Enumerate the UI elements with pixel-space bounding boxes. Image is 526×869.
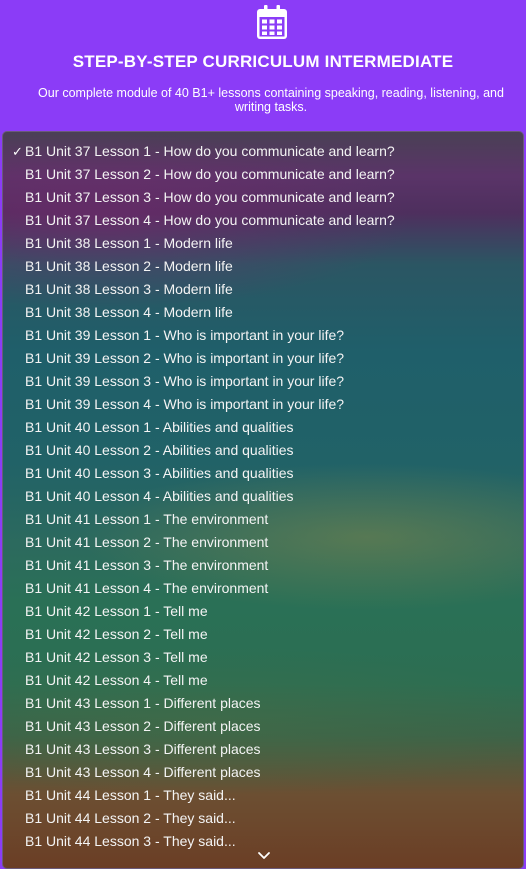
lesson-option-label: B1 Unit 41 Lesson 3 - The environment	[25, 557, 269, 573]
lesson-option[interactable]: B1 Unit 37 Lesson 3 - How do you communi…	[3, 186, 523, 209]
lesson-option-label: B1 Unit 42 Lesson 2 - Tell me	[25, 626, 208, 642]
lesson-option-label: B1 Unit 44 Lesson 3 - They said...	[25, 833, 236, 849]
lesson-option[interactable]: B1 Unit 42 Lesson 2 - Tell me	[3, 623, 523, 646]
lesson-option[interactable]: B1 Unit 40 Lesson 3 - Abilities and qual…	[3, 462, 523, 485]
lesson-option[interactable]: B1 Unit 41 Lesson 3 - The environment	[3, 554, 523, 577]
lesson-option[interactable]: B1 Unit 37 Lesson 2 - How do you communi…	[3, 163, 523, 186]
lesson-option[interactable]: B1 Unit 38 Lesson 4 - Modern life	[3, 301, 523, 324]
lesson-option-label: B1 Unit 40 Lesson 2 - Abilities and qual…	[25, 442, 294, 458]
lesson-option-label: B1 Unit 38 Lesson 3 - Modern life	[25, 281, 233, 297]
lesson-option[interactable]: B1 Unit 40 Lesson 1 - Abilities and qual…	[3, 416, 523, 439]
lesson-option[interactable]: ✓ B1 Unit 37 Lesson 1 - How do you commun…	[3, 140, 523, 163]
page-header: STEP-BY-STEP CURRICULUM INTERMEDIATE Our…	[0, 0, 526, 131]
page-title: STEP-BY-STEP CURRICULUM INTERMEDIATE	[72, 52, 454, 71]
checkmark-icon: ✓	[12, 144, 23, 159]
lesson-option[interactable]: B1 Unit 38 Lesson 1 - Modern life	[3, 232, 523, 255]
lesson-option-label: B1 Unit 37 Lesson 3 - How do you communi…	[25, 189, 395, 205]
lesson-option[interactable]: B1 Unit 38 Lesson 3 - Modern life	[3, 278, 523, 301]
lesson-option-label: B1 Unit 40 Lesson 1 - Abilities and qual…	[25, 419, 294, 435]
lesson-option-label: B1 Unit 43 Lesson 1 - Different places	[25, 695, 261, 711]
lesson-option-label: B1 Unit 39 Lesson 2 - Who is important i…	[25, 350, 345, 366]
lesson-option[interactable]: B1 Unit 43 Lesson 3 - Different places	[3, 738, 523, 761]
page-subtitle: Our complete module of 40 B1+ lessons co…	[38, 86, 504, 114]
lesson-option-list: ✓ B1 Unit 37 Lesson 1 - How do you commun…	[3, 140, 523, 853]
lesson-option-label: B1 Unit 39 Lesson 3 - Who is important i…	[25, 373, 345, 389]
lesson-option[interactable]: B1 Unit 43 Lesson 2 - Different places	[3, 715, 523, 738]
lesson-option-label: B1 Unit 44 Lesson 2 - They said...	[25, 810, 236, 826]
lesson-option-label: B1 Unit 37 Lesson 4 - How do you communi…	[25, 212, 395, 228]
lesson-option-label: B1 Unit 41 Lesson 1 - The environment	[25, 511, 269, 527]
lesson-option-label: B1 Unit 37 Lesson 1 - How do you communi…	[25, 143, 395, 159]
calendar-icon	[257, 5, 287, 39]
lesson-option-label: B1 Unit 41 Lesson 4 - The environment	[25, 580, 269, 596]
lesson-option-label: B1 Unit 42 Lesson 4 - Tell me	[25, 672, 208, 688]
lesson-option-label: B1 Unit 39 Lesson 1 - Who is important i…	[25, 327, 345, 343]
lesson-option[interactable]: B1 Unit 39 Lesson 2 - Who is important i…	[3, 347, 523, 370]
lesson-option[interactable]: B1 Unit 43 Lesson 4 - Different places	[3, 761, 523, 784]
lesson-option-label: B1 Unit 38 Lesson 4 - Modern life	[25, 304, 233, 320]
lesson-option[interactable]: B1 Unit 41 Lesson 2 - The environment	[3, 531, 523, 554]
lesson-option-label: B1 Unit 43 Lesson 4 - Different places	[25, 764, 261, 780]
lesson-option[interactable]: B1 Unit 43 Lesson 1 - Different places	[3, 692, 523, 715]
lesson-option-label: B1 Unit 37 Lesson 2 - How do you communi…	[25, 166, 395, 182]
lesson-option-label: B1 Unit 38 Lesson 2 - Modern life	[25, 258, 233, 274]
lesson-option[interactable]: B1 Unit 44 Lesson 2 - They said...	[3, 807, 523, 830]
lesson-option-label: B1 Unit 42 Lesson 1 - Tell me	[25, 603, 208, 619]
lesson-option[interactable]: B1 Unit 42 Lesson 1 - Tell me	[3, 600, 523, 623]
lesson-option[interactable]: B1 Unit 37 Lesson 4 - How do you communi…	[3, 209, 523, 232]
lesson-option[interactable]: B1 Unit 39 Lesson 4 - Who is important i…	[3, 393, 523, 416]
lesson-select-dropdown[interactable]: ✓ B1 Unit 37 Lesson 1 - How do you commun…	[2, 131, 524, 869]
lesson-option[interactable]: B1 Unit 38 Lesson 2 - Modern life	[3, 255, 523, 278]
lesson-option-label: B1 Unit 38 Lesson 1 - Modern life	[25, 235, 233, 251]
lesson-option[interactable]: B1 Unit 41 Lesson 1 - The environment	[3, 508, 523, 531]
lesson-option[interactable]: B1 Unit 39 Lesson 3 - Who is important i…	[3, 370, 523, 393]
lesson-option[interactable]: B1 Unit 42 Lesson 3 - Tell me	[3, 646, 523, 669]
lesson-option-label: B1 Unit 43 Lesson 2 - Different places	[25, 718, 261, 734]
lesson-option[interactable]: B1 Unit 41 Lesson 4 - The environment	[3, 577, 523, 600]
lesson-option-label: B1 Unit 41 Lesson 2 - The environment	[25, 534, 269, 550]
lesson-option[interactable]: B1 Unit 40 Lesson 4 - Abilities and qual…	[3, 485, 523, 508]
lesson-option-label: B1 Unit 42 Lesson 3 - Tell me	[25, 649, 208, 665]
lesson-option[interactable]: B1 Unit 40 Lesson 2 - Abilities and qual…	[3, 439, 523, 462]
lesson-option[interactable]: B1 Unit 44 Lesson 1 - They said...	[3, 784, 523, 807]
lesson-option[interactable]: B1 Unit 39 Lesson 1 - Who is important i…	[3, 324, 523, 347]
lesson-option-label: B1 Unit 44 Lesson 1 - They said...	[25, 787, 236, 803]
lesson-option-label: B1 Unit 40 Lesson 3 - Abilities and qual…	[25, 465, 294, 481]
lesson-option-label: B1 Unit 40 Lesson 4 - Abilities and qual…	[25, 488, 294, 504]
lesson-option-label: B1 Unit 43 Lesson 3 - Different places	[25, 741, 261, 757]
lesson-option[interactable]: B1 Unit 42 Lesson 4 - Tell me	[3, 669, 523, 692]
lesson-option-label: B1 Unit 39 Lesson 4 - Who is important i…	[25, 396, 345, 412]
chevron-down-icon[interactable]	[256, 848, 272, 862]
